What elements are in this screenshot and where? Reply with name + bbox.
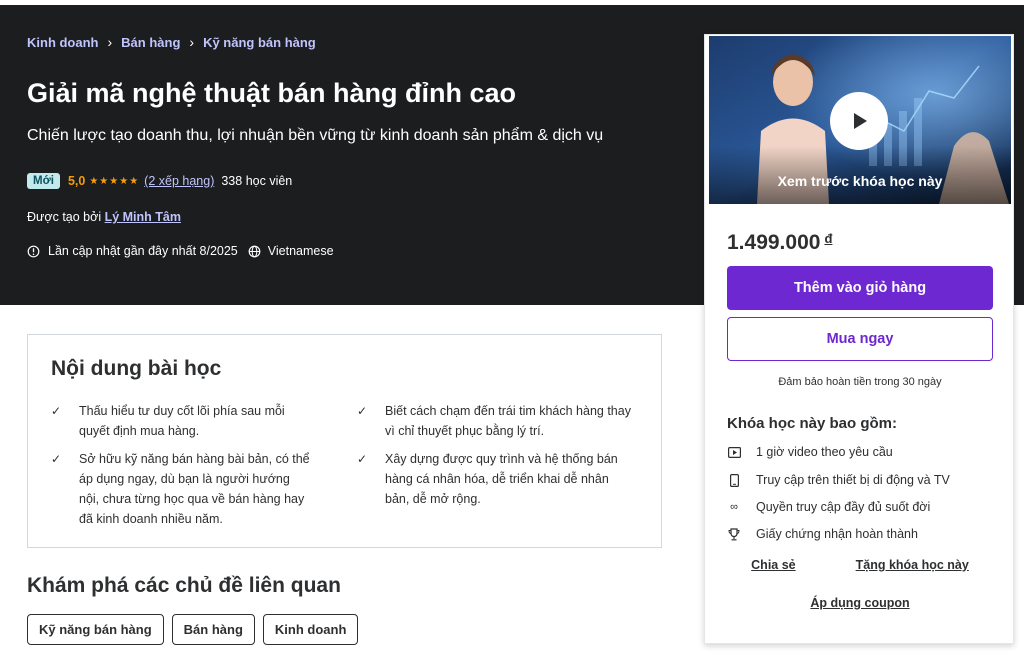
topic-chip-sales-skills[interactable]: Kỹ năng bán hàng (27, 614, 164, 645)
learn-item: ✓ Xây dựng được quy trình và hệ thống bá… (357, 449, 629, 509)
topic-chip-sales[interactable]: Bán hàng (171, 614, 255, 645)
created-by-label: Được tạo bởi (27, 210, 102, 224)
reviews-link[interactable]: (2 xếp hạng) (144, 174, 214, 188)
rating-row: Mới 5,0 ★★★★★ (2 xếp hạng) 338 học viên (27, 173, 292, 189)
update-info: Lần cập nhật gần đây nhất 8/2025 Vietnam… (27, 244, 334, 258)
price-amount: 1.499.000 (727, 231, 821, 254)
chevron-right-icon: › (189, 34, 195, 50)
video-icon (727, 445, 741, 459)
alert-clock-icon (27, 245, 40, 257)
instructor-link[interactable]: Lý Minh Tâm (105, 210, 181, 224)
gift-course-button[interactable]: Tặng khóa học này (856, 558, 969, 572)
learn-item: ✓ Sở hữu kỹ năng bán hàng bài bản, có th… (51, 449, 313, 529)
course-subtitle: Chiến lược tạo doanh thu, lợi nhuận bền … (27, 127, 604, 144)
play-icon[interactable] (830, 92, 888, 150)
learn-item-text: Biết cách chạm đến trái tim khách hàng t… (385, 404, 631, 438)
last-updated: Lần cập nhật gần đây nhất 8/2025 (48, 244, 238, 258)
breadcrumb-item-business[interactable]: Kinh doanh (27, 35, 99, 50)
topic-chip-business[interactable]: Kinh doanh (262, 614, 359, 645)
infinity-icon: ∞ (730, 501, 738, 513)
course-title: Giải mã nghệ thuật bán hàng đỉnh cao (27, 78, 517, 108)
share-button[interactable]: Chia sẻ (751, 558, 795, 572)
check-icon: ✓ (357, 452, 368, 466)
check-icon: ✓ (51, 404, 62, 418)
money-back-guarantee: Đảm bảo hoàn tiền trong 30 ngày (778, 376, 942, 388)
course-preview[interactable]: Xem trước khóa học này (709, 36, 1011, 204)
mobile-icon (727, 473, 741, 487)
buy-now-button[interactable]: Mua ngay (727, 317, 993, 361)
learn-item: ✓ Thấu hiểu tư duy cốt lõi phía sau mỗi … (51, 401, 313, 441)
purchase-sidebar: Xem trước khóa học này 1.499.000 đ Thêm v… (704, 34, 1014, 644)
rating-value: 5,0 (67, 174, 86, 188)
check-icon: ✓ (51, 452, 62, 466)
include-item-text: Giấy chứng nhận hoàn thành (756, 527, 918, 541)
trophy-icon (727, 527, 741, 541)
include-item-text: Quyền truy cập đầy đủ suốt đời (756, 500, 931, 514)
what-you-learn-title: Nội dung bài học (51, 357, 222, 380)
breadcrumb-item-sales-skills[interactable]: Kỹ năng bán hàng (203, 35, 316, 50)
includes-title: Khóa học này bao gồm: (727, 415, 898, 432)
include-item-lifetime: ∞ Quyền truy cập đầy đủ suốt đời (727, 500, 930, 514)
apply-coupon-button[interactable]: Áp dụng coupon (705, 596, 1015, 610)
breadcrumb-item-sales[interactable]: Bán hàng (121, 35, 180, 50)
what-you-learn-box: Nội dung bài học ✓ Thấu hiểu tư duy cốt … (27, 334, 662, 548)
learn-item-text: Xây dựng được quy trình và hệ thống bán … (385, 452, 618, 506)
include-item-video: 1 giờ video theo yêu cầu (727, 445, 893, 459)
course-language: Vietnamese (267, 244, 334, 258)
creator-line: Được tạo bởi Lý Minh Tâm (27, 210, 181, 224)
related-topics-title: Khám phá các chủ đề liên quan (27, 574, 341, 597)
breadcrumb: Kinh doanh › Bán hàng › Kỹ năng bán hàng (27, 34, 316, 50)
add-to-cart-button[interactable]: Thêm vào giỏ hàng (727, 266, 993, 310)
sidebar-links: Chia sẻ Tặng khóa học này (705, 558, 1015, 572)
student-count: 338 học viên (221, 174, 293, 188)
preview-label: Xem trước khóa học này (777, 173, 943, 189)
learn-item: ✓ Biết cách chạm đến trái tim khách hàng… (357, 401, 637, 441)
chevron-right-icon: › (107, 34, 113, 50)
price: 1.499.000 đ (727, 231, 832, 255)
new-badge: Mới (27, 173, 60, 189)
related-topics: Kỹ năng bán hàng Bán hàng Kinh doanh (27, 614, 366, 645)
learn-item-text: Sở hữu kỹ năng bán hàng bài bản, có thể … (79, 452, 310, 526)
include-item-text: 1 giờ video theo yêu cầu (756, 445, 893, 459)
globe-icon (248, 245, 261, 257)
star-rating-icon: ★★★★★ (89, 175, 140, 187)
learn-item-text: Thấu hiểu tư duy cốt lõi phía sau mỗi qu… (79, 404, 285, 438)
include-item-text: Truy cập trên thiết bị di động và TV (756, 473, 950, 487)
include-item-mobile: Truy cập trên thiết bị di động và TV (727, 473, 950, 487)
price-currency: đ (824, 231, 833, 246)
check-icon: ✓ (357, 404, 368, 418)
include-item-certificate: Giấy chứng nhận hoàn thành (727, 527, 918, 541)
